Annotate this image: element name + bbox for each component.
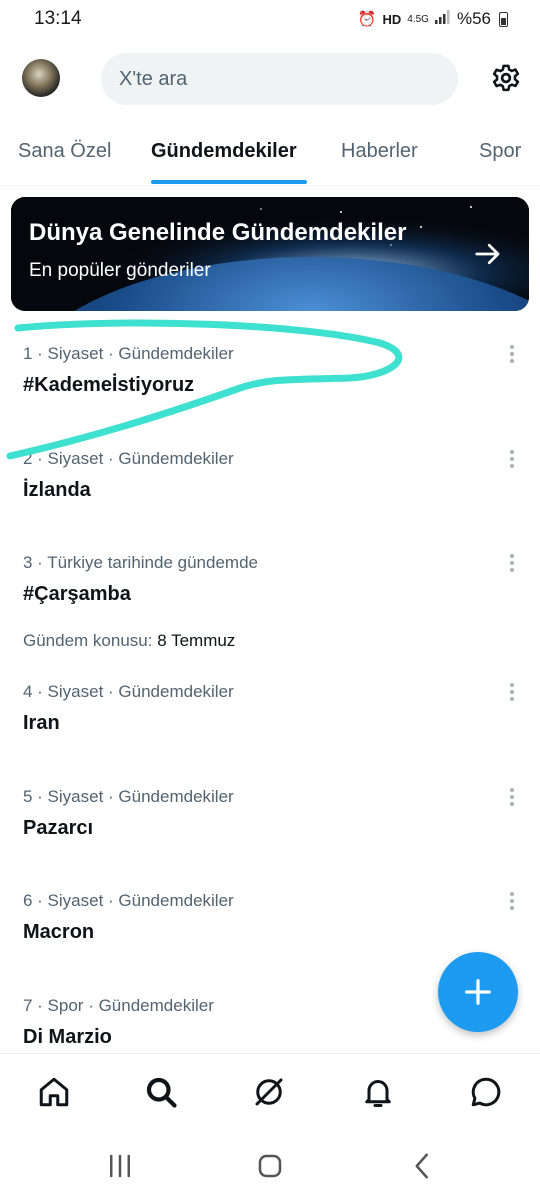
trend-meta: 2 · Siyaset · Gündemdekiler bbox=[23, 449, 234, 468]
arrow-right-icon bbox=[475, 243, 500, 265]
more-options-icon[interactable] bbox=[504, 447, 520, 471]
home-icon[interactable] bbox=[36, 1074, 72, 1110]
search-input[interactable]: X'te ara bbox=[101, 53, 458, 105]
trend-meta: 4 · Siyaset · Gündemdekiler bbox=[23, 682, 234, 701]
trend-meta: 3 · Türkiye tarihinde gündemde bbox=[23, 553, 258, 572]
trend-title: Iran bbox=[23, 712, 60, 734]
search-placeholder: X'te ara bbox=[119, 67, 188, 90]
banner-subtitle: En popüler gönderiler bbox=[29, 260, 211, 281]
trend-topic-label: Gündem konusu: bbox=[23, 631, 153, 650]
status-icons: ⏰ HD 4.5G %56 bbox=[358, 9, 508, 29]
status-bar: 13:14 ⏰ HD 4.5G %56 bbox=[0, 0, 540, 38]
battery-percent: %56 bbox=[456, 9, 491, 28]
gear-icon[interactable] bbox=[488, 60, 524, 96]
trend-title: Macron bbox=[23, 921, 95, 943]
trend-meta: 7 · Spor · Gündemdekiler bbox=[23, 996, 214, 1015]
messages-icon[interactable] bbox=[468, 1074, 504, 1110]
alarm-icon: ⏰ bbox=[357, 11, 377, 28]
trend-title: Pazarcı bbox=[23, 817, 94, 839]
active-tab-indicator bbox=[151, 180, 307, 184]
trend-topic-line: Gündem konusu: 8 Temmuz bbox=[23, 631, 235, 651]
grok-icon[interactable] bbox=[251, 1074, 287, 1110]
explore-tabs: Sana Özel Gündemdekiler Haberler Spor bbox=[0, 128, 540, 186]
worldwide-trends-banner[interactable]: Dünya Genelinde Gündemdekiler En popüler… bbox=[11, 197, 529, 311]
top-header: X'te ara bbox=[0, 50, 540, 110]
4g-icon: 4.5G bbox=[407, 13, 429, 25]
search-icon[interactable] bbox=[143, 1074, 179, 1110]
status-time: 13:14 bbox=[34, 8, 82, 29]
more-options-icon[interactable] bbox=[504, 551, 520, 575]
trend-meta: 1 · Siyaset · Gündemdekiler bbox=[23, 344, 234, 363]
trend-title: #Kademeİstiyoruz bbox=[23, 374, 195, 396]
trend-meta: 6 · Siyaset · Gündemdekiler bbox=[23, 891, 234, 910]
signal-icon bbox=[434, 10, 451, 28]
compose-button[interactable] bbox=[438, 952, 518, 1032]
recent-apps-icon[interactable] bbox=[105, 1151, 135, 1181]
tab-gundemdekiler[interactable]: Gündemdekiler bbox=[151, 140, 297, 163]
more-options-icon[interactable] bbox=[504, 680, 520, 704]
tab-sana-ozel[interactable]: Sana Özel bbox=[18, 140, 111, 163]
trend-title: İzlanda bbox=[23, 479, 91, 501]
more-options-icon[interactable] bbox=[504, 342, 520, 366]
system-navigation-bar bbox=[0, 1131, 540, 1200]
trend-title: #Çarşamba bbox=[23, 583, 131, 605]
home-button-icon[interactable] bbox=[255, 1151, 285, 1181]
bottom-navigation bbox=[0, 1053, 540, 1131]
plus-icon bbox=[465, 979, 491, 1005]
tab-spor[interactable]: Spor bbox=[479, 140, 521, 163]
trend-topic-value: 8 Temmuz bbox=[157, 631, 236, 650]
notifications-icon[interactable] bbox=[360, 1074, 396, 1110]
tab-haberler[interactable]: Haberler bbox=[341, 140, 418, 163]
more-options-icon[interactable] bbox=[504, 785, 520, 809]
avatar[interactable] bbox=[22, 59, 60, 97]
more-options-icon[interactable] bbox=[504, 889, 520, 913]
back-icon[interactable] bbox=[408, 1151, 438, 1181]
trend-meta: 5 · Siyaset · Gündemdekiler bbox=[23, 787, 234, 806]
trend-title: Di Marzio bbox=[23, 1026, 112, 1048]
hd-icon: HD bbox=[382, 11, 402, 27]
banner-title: Dünya Genelinde Gündemdekiler bbox=[29, 219, 407, 246]
battery-icon bbox=[499, 11, 508, 27]
earth-image bbox=[11, 197, 529, 311]
